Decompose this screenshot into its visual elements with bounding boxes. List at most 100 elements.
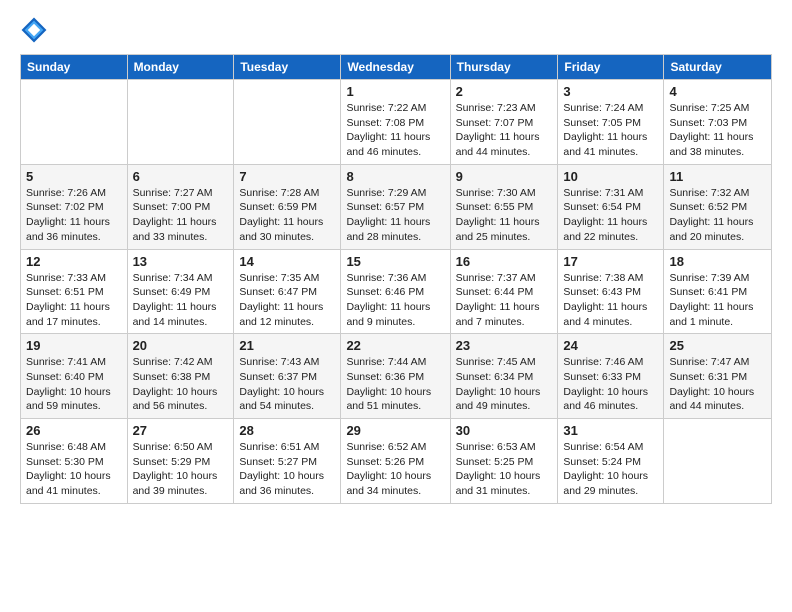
calendar-cell-3-7: 18 Sunrise: 7:39 AMSunset: 6:41 PMDayligh… (664, 249, 772, 334)
day-info: Sunrise: 7:41 AMSunset: 6:40 PMDaylight:… (26, 355, 122, 414)
day-info: Sunrise: 7:33 AMSunset: 6:51 PMDaylight:… (26, 271, 122, 330)
day-info: Sunrise: 7:32 AMSunset: 6:52 PMDaylight:… (669, 186, 766, 245)
day-number: 24 (563, 338, 658, 353)
calendar-cell-5-7 (664, 419, 772, 504)
day-info: Sunrise: 6:51 AMSunset: 5:27 PMDaylight:… (239, 440, 335, 499)
day-number: 14 (239, 254, 335, 269)
calendar-cell-3-4: 15Sunrise: 7:36 AMSunset: 6:46 PMDayligh… (341, 249, 450, 334)
day-number: 28 (239, 423, 335, 438)
calendar-row-5: 26Sunrise: 6:48 AMSunset: 5:30 PMDayligh… (21, 419, 772, 504)
day-number: 13 (133, 254, 229, 269)
day-info: Sunrise: 7:27 AMSunset: 7:00 PMDaylight:… (133, 186, 229, 245)
day-info: Sunrise: 7:38 AMSunset: 6:43 PMDaylight:… (563, 271, 658, 330)
calendar-cell-4-7: 25 Sunrise: 7:47 AMSunset: 6:31 PMDayligh… (664, 334, 772, 419)
calendar-row-2: 5 Sunrise: 7:26 AMSunset: 7:02 PMDaylight… (21, 164, 772, 249)
calendar-cell-1-7: 4 Sunrise: 7:25 AMSunset: 7:03 PMDaylight… (664, 80, 772, 165)
weekday-header-friday: Friday (558, 55, 664, 80)
calendar-cell-1-3 (234, 80, 341, 165)
day-number: 2 (456, 84, 553, 99)
day-number: 5 (26, 169, 122, 184)
day-number: 15 (346, 254, 444, 269)
day-number: 4 (669, 84, 766, 99)
day-info: Sunrise: 7:35 AMSunset: 6:47 PMDaylight:… (239, 271, 335, 330)
day-number: 16 (456, 254, 553, 269)
calendar-cell-4-3: 21Sunrise: 7:43 AMSunset: 6:37 PMDayligh… (234, 334, 341, 419)
day-info: Sunrise: 7:26 AMSunset: 7:02 PMDaylight:… (26, 186, 122, 245)
calendar-cell-5-3: 28 Sunrise: 6:51 AMSunset: 5:27 PMDayligh… (234, 419, 341, 504)
calendar-cell-3-6: 17 Sunrise: 7:38 AMSunset: 6:43 PMDayligh… (558, 249, 664, 334)
calendar-cell-5-5: 30 Sunrise: 6:53 AMSunset: 5:25 PMDayligh… (450, 419, 558, 504)
day-info: Sunrise: 7:31 AMSunset: 6:54 PMDaylight:… (563, 186, 658, 245)
weekday-header-wednesday: Wednesday (341, 55, 450, 80)
calendar-cell-5-4: 29 Sunrise: 6:52 AMSunset: 5:26 PMDayligh… (341, 419, 450, 504)
day-number: 25 (669, 338, 766, 353)
calendar-cell-5-1: 26Sunrise: 6:48 AMSunset: 5:30 PMDayligh… (21, 419, 128, 504)
day-info: Sunrise: 6:54 AMSunset: 5:24 PMDaylight:… (563, 440, 658, 499)
calendar-cell-4-5: 23 Sunrise: 7:45 AMSunset: 6:34 PMDayligh… (450, 334, 558, 419)
header (20, 16, 772, 44)
day-number: 10 (563, 169, 658, 184)
day-info: Sunrise: 7:47 AMSunset: 6:31 PMDaylight:… (669, 355, 766, 414)
day-number: 29 (346, 423, 444, 438)
day-number: 8 (346, 169, 444, 184)
calendar-cell-5-2: 27 Sunrise: 6:50 AMSunset: 5:29 PMDayligh… (127, 419, 234, 504)
day-info: Sunrise: 7:25 AMSunset: 7:03 PMDaylight:… (669, 101, 766, 160)
day-number: 30 (456, 423, 553, 438)
day-info: Sunrise: 7:24 AMSunset: 7:05 PMDaylight:… (563, 101, 658, 160)
calendar-cell-1-1 (21, 80, 128, 165)
day-number: 7 (239, 169, 335, 184)
day-number: 1 (346, 84, 444, 99)
day-number: 27 (133, 423, 229, 438)
day-info: Sunrise: 7:46 AMSunset: 6:33 PMDaylight:… (563, 355, 658, 414)
calendar: SundayMondayTuesdayWednesdayThursdayFrid… (20, 54, 772, 504)
day-info: Sunrise: 7:44 AMSunset: 6:36 PMDaylight:… (346, 355, 444, 414)
calendar-cell-4-4: 22 Sunrise: 7:44 AMSunset: 6:36 PMDayligh… (341, 334, 450, 419)
day-info: Sunrise: 6:50 AMSunset: 5:29 PMDaylight:… (133, 440, 229, 499)
logo-icon (20, 16, 48, 44)
day-number: 17 (563, 254, 658, 269)
calendar-cell-2-3: 7Sunrise: 7:28 AMSunset: 6:59 PMDaylight… (234, 164, 341, 249)
day-info: Sunrise: 7:34 AMSunset: 6:49 PMDaylight:… (133, 271, 229, 330)
weekday-header-row: SundayMondayTuesdayWednesdayThursdayFrid… (21, 55, 772, 80)
weekday-header-monday: Monday (127, 55, 234, 80)
day-number: 3 (563, 84, 658, 99)
day-number: 23 (456, 338, 553, 353)
calendar-cell-3-5: 16 Sunrise: 7:37 AMSunset: 6:44 PMDayligh… (450, 249, 558, 334)
day-number: 22 (346, 338, 444, 353)
logo (20, 16, 52, 44)
calendar-cell-4-6: 24 Sunrise: 7:46 AMSunset: 6:33 PMDayligh… (558, 334, 664, 419)
day-info: Sunrise: 7:43 AMSunset: 6:37 PMDaylight:… (239, 355, 335, 414)
calendar-cell-1-6: 3 Sunrise: 7:24 AMSunset: 7:05 PMDaylight… (558, 80, 664, 165)
day-info: Sunrise: 7:37 AMSunset: 6:44 PMDaylight:… (456, 271, 553, 330)
weekday-header-thursday: Thursday (450, 55, 558, 80)
calendar-cell-2-1: 5 Sunrise: 7:26 AMSunset: 7:02 PMDaylight… (21, 164, 128, 249)
calendar-cell-2-4: 8 Sunrise: 7:29 AMSunset: 6:57 PMDaylight… (341, 164, 450, 249)
day-info: Sunrise: 6:52 AMSunset: 5:26 PMDaylight:… (346, 440, 444, 499)
day-info: Sunrise: 7:23 AMSunset: 7:07 PMDaylight:… (456, 101, 553, 160)
day-number: 26 (26, 423, 122, 438)
calendar-row-4: 19Sunrise: 7:41 AMSunset: 6:40 PMDayligh… (21, 334, 772, 419)
day-info: Sunrise: 7:29 AMSunset: 6:57 PMDaylight:… (346, 186, 444, 245)
calendar-cell-5-6: 31 Sunrise: 6:54 AMSunset: 5:24 PMDayligh… (558, 419, 664, 504)
calendar-cell-2-5: 9 Sunrise: 7:30 AMSunset: 6:55 PMDaylight… (450, 164, 558, 249)
day-number: 18 (669, 254, 766, 269)
day-number: 12 (26, 254, 122, 269)
day-info: Sunrise: 7:45 AMSunset: 6:34 PMDaylight:… (456, 355, 553, 414)
day-info: Sunrise: 7:22 AMSunset: 7:08 PMDaylight:… (346, 101, 444, 160)
day-number: 31 (563, 423, 658, 438)
calendar-cell-4-1: 19Sunrise: 7:41 AMSunset: 6:40 PMDayligh… (21, 334, 128, 419)
weekday-header-sunday: Sunday (21, 55, 128, 80)
calendar-cell-1-2 (127, 80, 234, 165)
calendar-row-3: 12 Sunrise: 7:33 AMSunset: 6:51 PMDayligh… (21, 249, 772, 334)
weekday-header-saturday: Saturday (664, 55, 772, 80)
calendar-cell-2-2: 6Sunrise: 7:27 AMSunset: 7:00 PMDaylight… (127, 164, 234, 249)
day-info: Sunrise: 7:30 AMSunset: 6:55 PMDaylight:… (456, 186, 553, 245)
weekday-header-tuesday: Tuesday (234, 55, 341, 80)
calendar-cell-4-2: 20Sunrise: 7:42 AMSunset: 6:38 PMDayligh… (127, 334, 234, 419)
day-info: Sunrise: 7:39 AMSunset: 6:41 PMDaylight:… (669, 271, 766, 330)
day-info: Sunrise: 6:53 AMSunset: 5:25 PMDaylight:… (456, 440, 553, 499)
day-number: 11 (669, 169, 766, 184)
day-number: 20 (133, 338, 229, 353)
calendar-cell-2-6: 10 Sunrise: 7:31 AMSunset: 6:54 PMDayligh… (558, 164, 664, 249)
day-number: 9 (456, 169, 553, 184)
